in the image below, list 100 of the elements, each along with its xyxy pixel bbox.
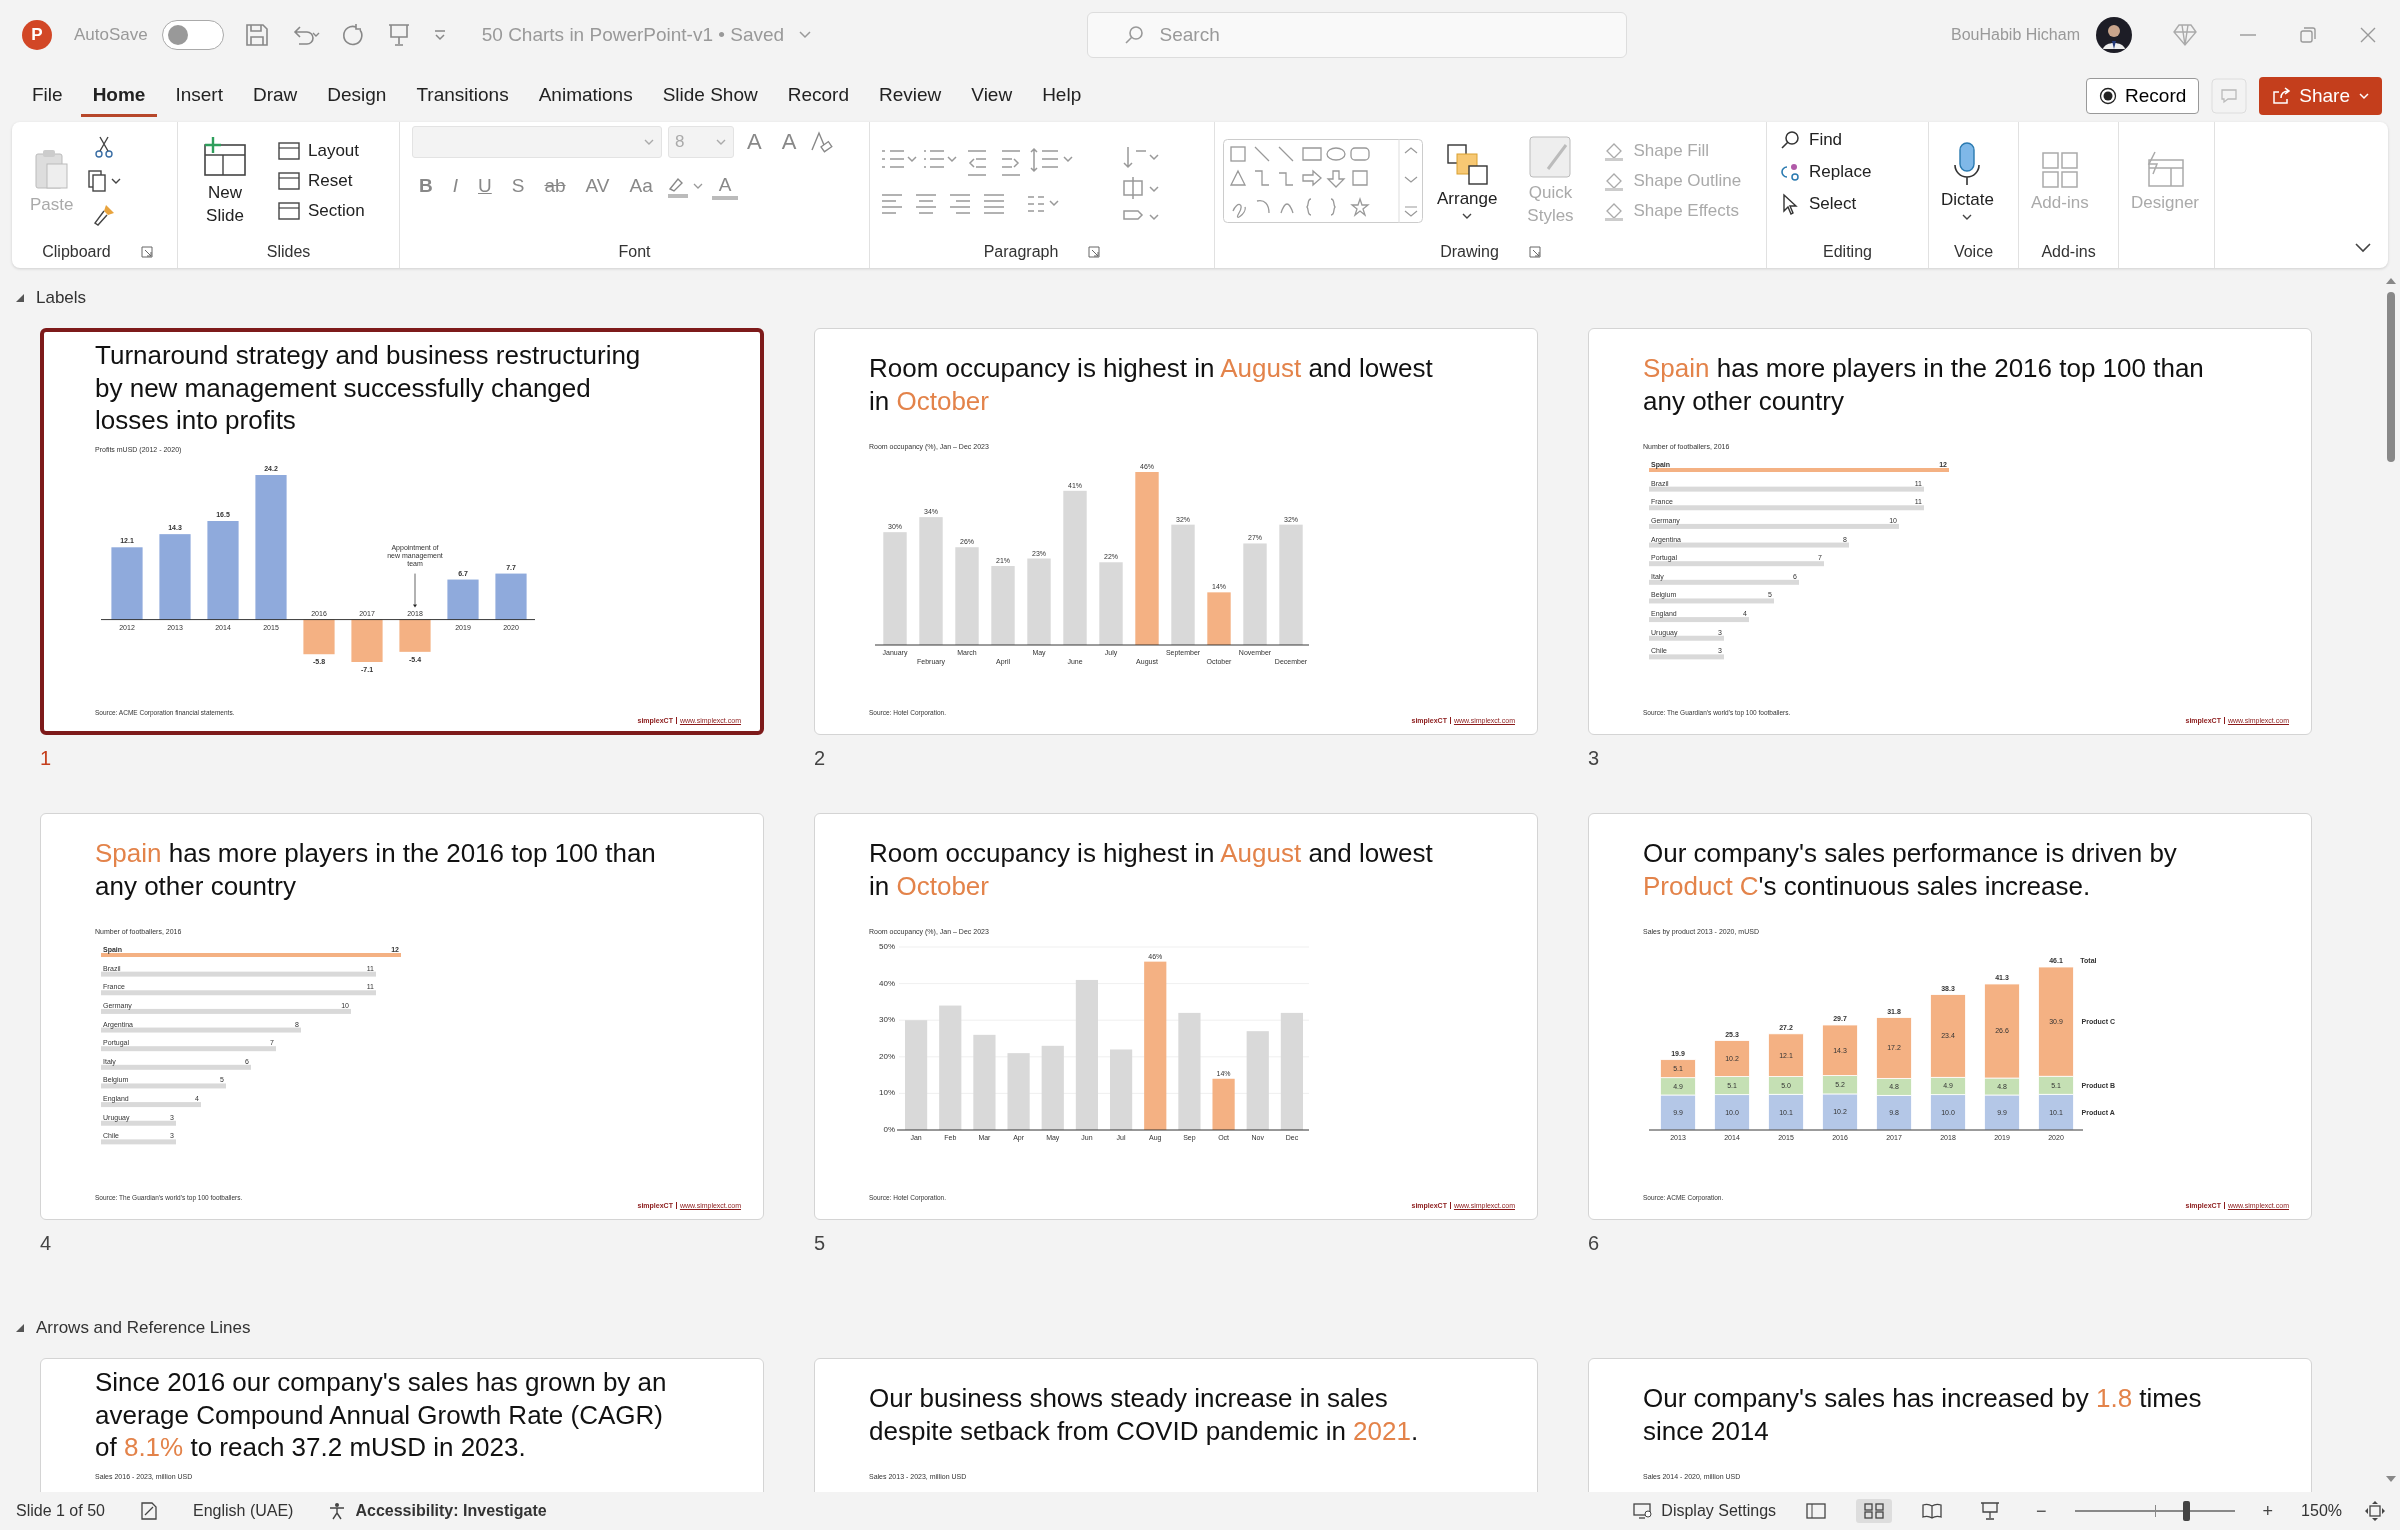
slide-title: Room occupancy is highest in August and lowest in October (869, 837, 1434, 903)
layout-icon (278, 201, 300, 221)
restore-icon[interactable] (2298, 25, 2318, 45)
copy-icon[interactable] (87, 169, 122, 193)
format-button[interactable]: Aa (622, 173, 660, 199)
dialog-launcher-icon[interactable] (140, 246, 153, 258)
group-label: Add-ins (2041, 243, 2096, 261)
annotation-arrow (413, 573, 417, 608)
menu-tab[interactable]: Insert (163, 75, 235, 117)
presentation-icon (1980, 1502, 2001, 1520)
format-button[interactable]: B (412, 173, 440, 199)
font-size-button[interactable]: A (774, 127, 804, 157)
format-button[interactable]: ab (537, 173, 573, 199)
format-painter-icon[interactable] (92, 203, 117, 227)
display-settings-icon[interactable] (1633, 1502, 1654, 1520)
caret-icon[interactable] (14, 1322, 26, 1334)
scroll-up-icon[interactable] (2385, 276, 2397, 286)
accessibility-status[interactable]: Accessibility: Investigate (355, 1502, 547, 1520)
arrange-button[interactable]: Arrange (1433, 140, 1502, 222)
dialog-launcher-icon[interactable] (1528, 246, 1541, 258)
paint-bucket-icon (1603, 141, 1626, 161)
diamond-icon[interactable] (2172, 23, 2198, 47)
caret-icon[interactable] (14, 292, 26, 304)
ribbon-button[interactable]: Replace (1775, 158, 1876, 186)
layout-icon (278, 141, 300, 161)
slide-thumbnail[interactable] (40, 328, 764, 735)
menu-tab[interactable]: Slide Show (650, 75, 770, 117)
search-icon (1779, 129, 1801, 151)
clear-formatting-icon[interactable] (809, 130, 834, 154)
tick-label: 40% (879, 978, 895, 988)
slide-number: 2 (814, 747, 827, 770)
clipboard-icon (32, 147, 71, 192)
ribbon-button[interactable]: Find (1775, 126, 1847, 154)
section-name[interactable]: Labels (36, 288, 87, 308)
tick-label: 0% (883, 1125, 895, 1134)
zoom-level[interactable]: 150% (2301, 1502, 2342, 1520)
collapse-ribbon-icon[interactable] (2354, 242, 2372, 254)
menu-tab[interactable]: Help (1030, 75, 1094, 117)
autosave-toggle[interactable] (161, 20, 224, 50)
group-label: Voice (1953, 243, 1994, 261)
scroll-down-icon[interactable] (2385, 1474, 2397, 1484)
scissors-icon[interactable] (93, 135, 116, 159)
format-button[interactable]: S (504, 173, 532, 199)
menu-tab[interactable]: Design (315, 75, 399, 117)
menu-tab[interactable]: Review (867, 75, 954, 117)
save-icon[interactable] (243, 22, 270, 48)
menu-tab[interactable]: Draw (240, 75, 310, 117)
menu-tab[interactable]: Record (775, 75, 861, 117)
share-button[interactable]: Share (2259, 77, 2382, 115)
layout-icon (278, 171, 300, 191)
dictate-button[interactable]: Dictate (1937, 139, 1998, 223)
section-name[interactable]: Arrows and Reference Lines (36, 1318, 251, 1338)
app-logo[interactable]: P (22, 20, 52, 50)
ribbon-button[interactable]: Reset (274, 168, 357, 194)
slide-title: Room occupancy is highest in August and lowest in October (869, 352, 1434, 418)
menu-tab[interactable]: View (959, 75, 1025, 117)
zoom-out-button[interactable]: − (2030, 1499, 2053, 1523)
menu-tab[interactable]: Home (80, 75, 158, 117)
format-button[interactable]: AV (578, 173, 617, 199)
view-button[interactable] (1856, 1499, 1893, 1523)
new-slide-button[interactable]: New Slide (186, 133, 264, 229)
slide-number: 1 (40, 747, 53, 770)
normal-view-icon (1806, 1503, 1827, 1519)
caret-icon (1961, 213, 1974, 221)
menu-tab[interactable]: Animations (526, 75, 645, 117)
slide-title: Turnaround strategy and business restructuring by new management successfully changed losses into profits (95, 338, 642, 438)
shape-gallery[interactable] (1223, 139, 1423, 223)
zoom-slider-thumb[interactable] (2182, 1501, 2190, 1521)
format-button[interactable]: U (471, 173, 499, 199)
group-label: Editing (1823, 243, 1872, 261)
language-label[interactable]: English (UAE) (192, 1502, 294, 1520)
font-color-button[interactable]: A (711, 172, 739, 200)
dialog-launcher-icon[interactable] (1088, 246, 1101, 258)
zoom-in-button[interactable]: + (2256, 1499, 2280, 1523)
slide-number: 5 (814, 1232, 827, 1255)
notes-icon[interactable] (138, 1501, 159, 1521)
fit-to-window-icon[interactable] (2364, 1500, 2386, 1522)
close-icon[interactable] (2358, 25, 2378, 45)
scrollbar-thumb[interactable] (2387, 292, 2395, 462)
group-label: Drawing (1440, 243, 1499, 261)
tick-label: 30% (879, 1015, 895, 1025)
group-label: Slides (266, 243, 311, 261)
avatar[interactable] (2096, 17, 2132, 53)
search-field[interactable]: Search (1086, 12, 1627, 58)
slide-title: Spain has more players in the 2016 top 100 than any other country (95, 837, 657, 903)
font-name-field[interactable] (412, 126, 662, 158)
display-settings-label[interactable]: Display Settings (1661, 1502, 1777, 1520)
grid-icon (2039, 149, 2080, 190)
menu-tab[interactable]: Transitions (404, 75, 521, 117)
caret-icon (1461, 212, 1474, 220)
grid-view-icon (1864, 1503, 1885, 1519)
ribbon-button[interactable]: Section (274, 198, 369, 224)
font-size-button[interactable]: A (740, 127, 769, 157)
record-button[interactable]: Record (2086, 78, 2200, 114)
menu-tab[interactable]: File (20, 75, 75, 117)
format-button[interactable]: I (445, 173, 465, 199)
paint-bucket-icon (1603, 201, 1626, 221)
ribbon-button[interactable]: Layout (274, 138, 364, 164)
slide-title: Since 2016 our company's sales has grown by an average Compound Annual Growth Rate (CAGR) of 8.1% to reach 37.2 mUSD in 2023. (95, 1365, 668, 1465)
ribbon-button[interactable]: Select (1775, 190, 1861, 218)
